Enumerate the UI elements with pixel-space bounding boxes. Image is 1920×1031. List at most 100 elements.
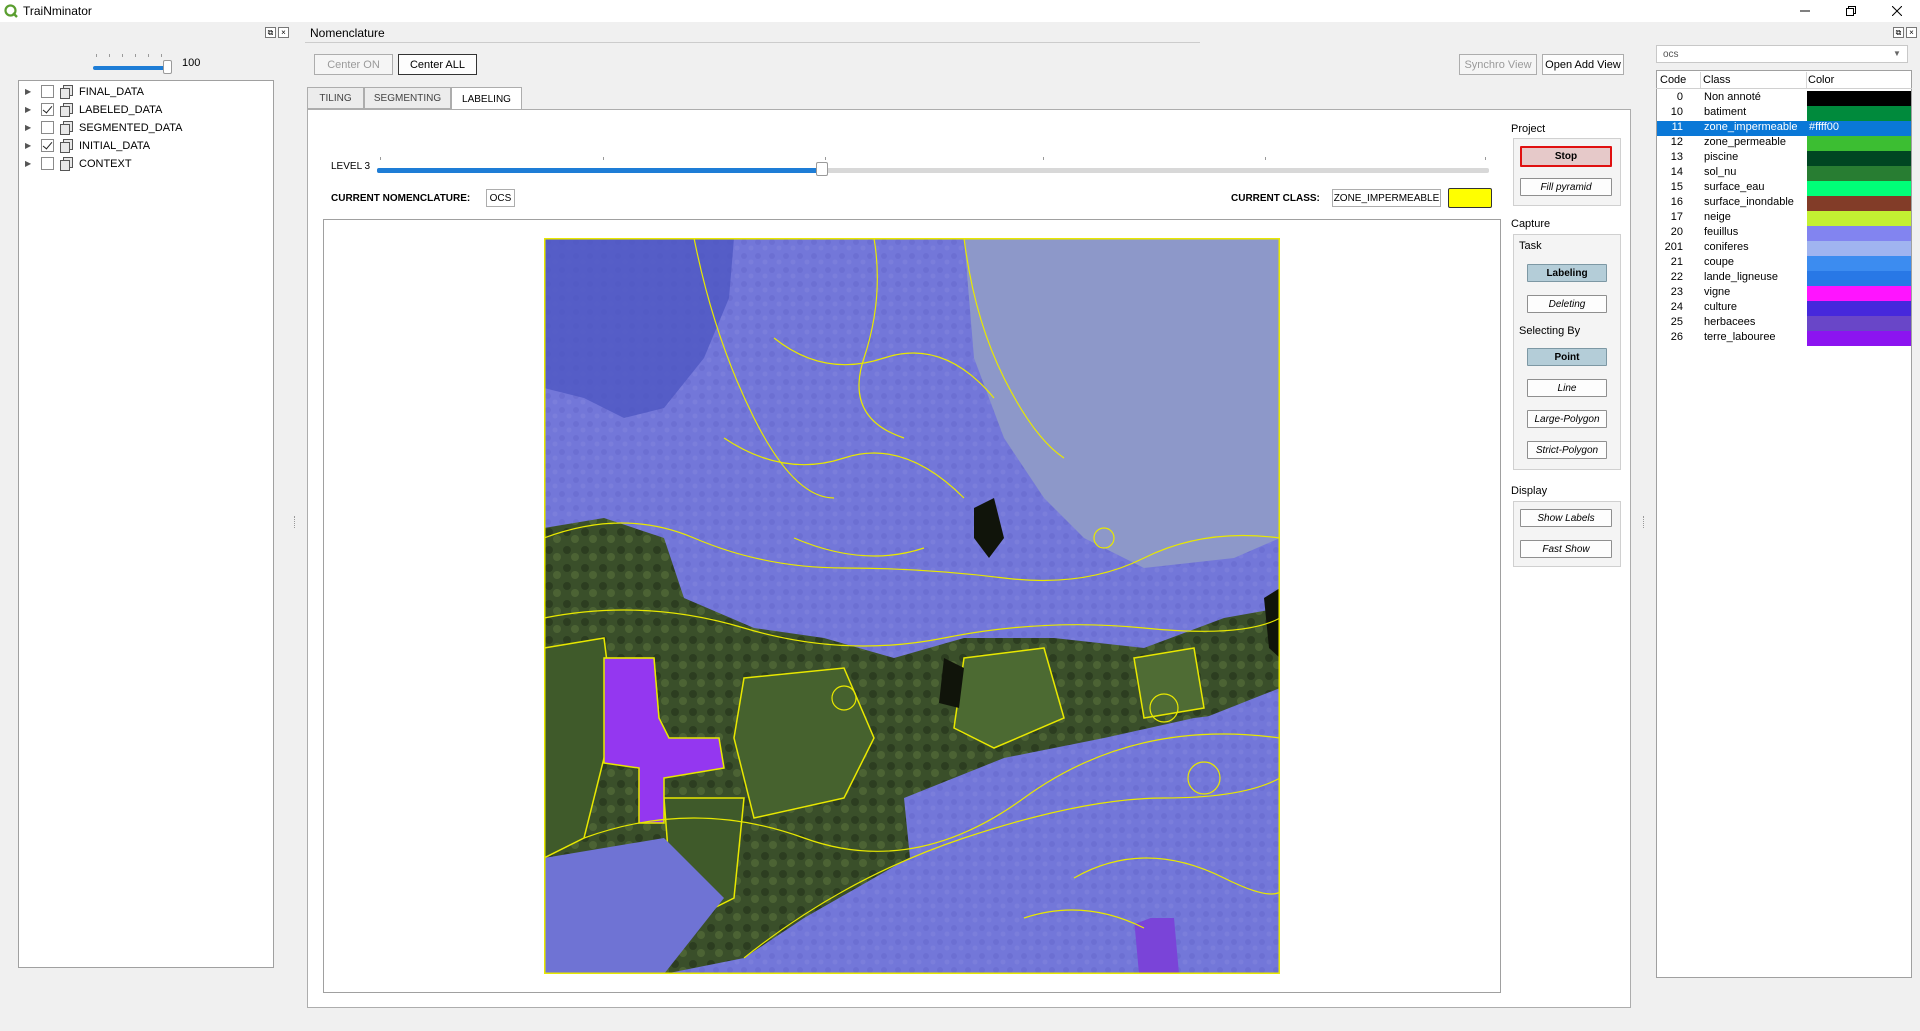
- layer-checkbox[interactable]: [41, 85, 54, 98]
- table-row[interactable]: 0 Non annoté: [1657, 91, 1911, 106]
- opacity-value: 100: [182, 57, 201, 69]
- table-row[interactable]: 13 piscine: [1657, 151, 1911, 166]
- layers-tree[interactable]: ▶ FINAL_DATA ▶ LABELED_DATA ▶ SEGMENTED_…: [18, 80, 274, 968]
- class-code: 11: [1671, 121, 1683, 133]
- layer-checkbox[interactable]: [41, 121, 54, 134]
- class-name: vigne: [1704, 286, 1731, 298]
- class-color-swatch[interactable]: [1807, 196, 1911, 211]
- class-color-swatch[interactable]: [1807, 256, 1911, 271]
- class-color-swatch[interactable]: [1807, 271, 1911, 286]
- fast-show-button[interactable]: Fast Show: [1520, 540, 1612, 558]
- class-color-swatch[interactable]: [1807, 136, 1911, 151]
- class-color-swatch[interactable]: [1807, 151, 1911, 166]
- level-slider-handle[interactable]: [816, 162, 828, 176]
- layer-checkbox[interactable]: [41, 139, 54, 152]
- table-row[interactable]: 26 terre_labouree: [1657, 331, 1911, 346]
- splitter-handle[interactable]: [1643, 516, 1645, 528]
- fill-pyramid-button[interactable]: Fill pyramid: [1520, 178, 1612, 196]
- point-button[interactable]: Point: [1527, 348, 1607, 366]
- expand-arrow-icon[interactable]: ▶: [25, 159, 31, 168]
- nomenclature-select[interactable]: ocs: [1656, 45, 1908, 63]
- expand-arrow-icon[interactable]: ▶: [25, 105, 31, 114]
- layer-name: CONTEXT: [79, 157, 132, 170]
- center-on-button[interactable]: Center ON: [314, 54, 393, 75]
- layer-name: SEGMENTED_DATA: [79, 121, 183, 134]
- table-row[interactable]: 22 lande_ligneuse: [1657, 271, 1911, 286]
- layer-row[interactable]: ▶ SEGMENTED_DATA: [19, 119, 183, 136]
- map-canvas[interactable]: [544, 238, 1280, 974]
- class-color-swatch[interactable]: [1807, 211, 1911, 226]
- class-color-swatch[interactable]: [1807, 241, 1911, 256]
- table-row[interactable]: 10 batiment: [1657, 106, 1911, 121]
- expand-arrow-icon[interactable]: ▶: [25, 123, 31, 132]
- class-code: 25: [1670, 316, 1683, 328]
- class-name: surface_eau: [1704, 181, 1765, 193]
- class-name: piscine: [1704, 151, 1739, 163]
- class-color-swatch[interactable]: [1807, 331, 1911, 346]
- dock-float-icon[interactable]: ⧉: [265, 27, 276, 38]
- layer-group-icon: [60, 157, 73, 171]
- class-code: 22: [1670, 271, 1683, 283]
- opacity-slider-track[interactable]: [93, 66, 171, 70]
- column-header-code[interactable]: Code: [1660, 74, 1686, 86]
- table-row[interactable]: 17 neige: [1657, 211, 1911, 226]
- class-color-swatch[interactable]: [1807, 286, 1911, 301]
- table-row[interactable]: 15 surface_eau: [1657, 181, 1911, 196]
- column-header-color[interactable]: Color: [1808, 74, 1834, 86]
- table-row[interactable]: 16 surface_inondable: [1657, 196, 1911, 211]
- table-row[interactable]: 201 coniferes: [1657, 241, 1911, 256]
- class-color-swatch[interactable]: [1807, 166, 1911, 181]
- dock-close-icon[interactable]: ×: [278, 27, 289, 38]
- column-header-class[interactable]: Class: [1703, 74, 1731, 86]
- tab-labeling[interactable]: LABELING: [451, 87, 522, 110]
- labeling-button[interactable]: Labeling: [1527, 264, 1607, 282]
- open-add-view-button[interactable]: Open Add View: [1542, 54, 1624, 75]
- chevron-down-icon[interactable]: ▼: [1893, 49, 1901, 58]
- class-color-swatch[interactable]: [1807, 226, 1911, 241]
- line-button[interactable]: Line: [1527, 379, 1607, 397]
- table-row[interactable]: 20 feuillus: [1657, 226, 1911, 241]
- layer-row[interactable]: ▶ LABELED_DATA: [19, 101, 162, 118]
- expand-arrow-icon[interactable]: ▶: [25, 141, 31, 150]
- current-class-color-swatch[interactable]: [1448, 188, 1492, 208]
- class-color-swatch[interactable]: [1807, 91, 1911, 106]
- table-row[interactable]: 23 vigne: [1657, 286, 1911, 301]
- layer-group-icon: [60, 121, 73, 135]
- deleting-button[interactable]: Deleting: [1527, 295, 1607, 313]
- dock-float-icon[interactable]: ⧉: [1893, 27, 1904, 38]
- class-color-swatch[interactable]: [1807, 181, 1911, 196]
- layer-checkbox[interactable]: [41, 103, 54, 116]
- current-nomenclature-value: OCS: [486, 189, 515, 207]
- table-row[interactable]: 14 sol_nu: [1657, 166, 1911, 181]
- table-row[interactable]: 25 herbacees: [1657, 316, 1911, 331]
- class-color-swatch[interactable]: [1807, 316, 1911, 331]
- layer-row[interactable]: ▶ INITIAL_DATA: [19, 137, 150, 154]
- layer-row[interactable]: ▶ CONTEXT: [19, 155, 132, 172]
- layer-row[interactable]: ▶ FINAL_DATA: [19, 83, 144, 100]
- layer-checkbox[interactable]: [41, 157, 54, 170]
- synchro-view-button[interactable]: Synchro View: [1459, 54, 1537, 75]
- class-code: 12: [1670, 136, 1683, 148]
- large-polygon-button[interactable]: Large-Polygon: [1527, 410, 1607, 428]
- stop-button[interactable]: Stop: [1520, 146, 1612, 167]
- close-icon[interactable]: [1874, 0, 1920, 22]
- minimize-icon[interactable]: [1782, 0, 1828, 22]
- restore-icon[interactable]: [1828, 0, 1874, 22]
- class-color-swatch[interactable]: [1807, 106, 1911, 121]
- layer-name: FINAL_DATA: [79, 85, 144, 98]
- class-color-swatch[interactable]: [1807, 301, 1911, 316]
- strict-polygon-button[interactable]: Strict-Polygon: [1527, 441, 1607, 459]
- tab-segmenting[interactable]: SEGMENTING: [364, 87, 451, 109]
- splitter-handle[interactable]: [294, 516, 296, 528]
- tab-tiling[interactable]: TILING: [307, 87, 364, 109]
- dock-close-icon[interactable]: ×: [1906, 27, 1917, 38]
- table-row[interactable]: 11 zone_impermeable #ffff00: [1657, 121, 1911, 136]
- table-row[interactable]: 12 zone_permeable: [1657, 136, 1911, 151]
- center-all-button[interactable]: Center ALL: [398, 54, 477, 75]
- opacity-slider-handle[interactable]: [163, 60, 172, 74]
- expand-arrow-icon[interactable]: ▶: [25, 87, 31, 96]
- show-labels-button[interactable]: Show Labels: [1520, 509, 1612, 527]
- class-code: 13: [1670, 151, 1683, 163]
- table-row[interactable]: 24 culture: [1657, 301, 1911, 316]
- table-row[interactable]: 21 coupe: [1657, 256, 1911, 271]
